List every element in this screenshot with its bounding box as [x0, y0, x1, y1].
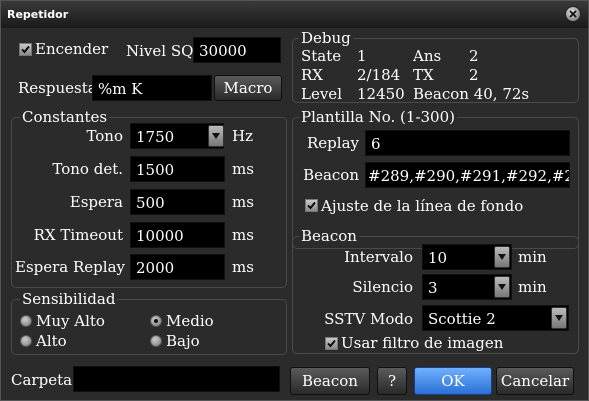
espera-replay-input[interactable]: 2000	[130, 254, 225, 280]
chevron-down-icon	[498, 254, 506, 260]
silencio-unit: min	[518, 278, 547, 296]
tono-unit: Hz	[232, 127, 253, 145]
dialog-body: Encender Nivel SQ 30000 Respuesta %m K M…	[1, 28, 588, 400]
tono-det-unit: ms	[232, 160, 254, 178]
replay-label: Replay	[307, 134, 359, 152]
debug-tx-value: 2	[469, 66, 479, 84]
filtro-checkbox[interactable]	[325, 337, 338, 350]
espera-unit: ms	[232, 193, 254, 211]
bajo-label: Bajo	[166, 332, 200, 350]
muy-alto-radio[interactable]	[20, 315, 32, 327]
rx-timeout-input[interactable]: 10000	[130, 222, 225, 248]
plantilla-title: Plantilla No. (1-300)	[299, 108, 457, 126]
respuesta-label: Respuesta	[18, 79, 97, 97]
debug-ans-label: Ans	[413, 47, 442, 65]
check-icon	[21, 45, 30, 54]
intervalo-dropdown-button[interactable]	[494, 246, 510, 268]
sstv-modo-select[interactable]: Scottie 2	[422, 305, 569, 331]
beacon-group-title: Beacon	[299, 227, 359, 245]
close-button[interactable]	[565, 6, 581, 22]
title-bar[interactable]: Repetidor	[1, 1, 588, 28]
sstv-modo-label: SSTV Modo	[324, 310, 413, 328]
check-icon	[307, 201, 316, 210]
alto-radio[interactable]	[20, 335, 32, 347]
intervalo-unit: min	[518, 248, 547, 266]
espera-label: Espera	[69, 193, 123, 211]
debug-level-value: 12450	[357, 85, 405, 103]
espera-replay-unit: ms	[232, 258, 254, 276]
silencio-dropdown-button[interactable]	[494, 276, 510, 298]
debug-beacon-status: Beacon 40, 72s	[413, 85, 530, 103]
constantes-title: Constantes	[20, 108, 110, 126]
silencio-label: Silencio	[352, 278, 413, 296]
chevron-down-icon	[498, 284, 506, 290]
encender-label: Encender	[35, 40, 109, 58]
nivel-sq-label: Nivel SQ	[126, 42, 194, 60]
ajuste-label: Ajuste de la línea de fondo	[321, 197, 524, 215]
chevron-down-icon	[212, 133, 220, 139]
alto-label: Alto	[36, 332, 67, 350]
medio-label: Medio	[166, 312, 214, 330]
close-icon	[569, 10, 577, 18]
carpeta-input[interactable]	[73, 366, 280, 392]
beacon-template-label: Beacon	[303, 166, 359, 184]
debug-tx-label: TX	[413, 66, 434, 84]
debug-rx-label: RX	[301, 66, 323, 84]
carpeta-label: Carpeta	[11, 371, 73, 389]
window-title: Repetidor	[7, 8, 69, 21]
espera-replay-label: Espera Replay	[15, 258, 125, 276]
ok-button[interactable]: OK	[414, 367, 492, 395]
tono-dropdown-button[interactable]	[208, 125, 224, 147]
nivel-sq-input[interactable]: 30000	[193, 37, 281, 63]
repetidor-dialog: Repetidor Encender Nivel SQ 30000 Respue…	[0, 0, 589, 401]
bajo-radio[interactable]	[150, 335, 162, 347]
sensibilidad-title: Sensibilidad	[20, 290, 118, 308]
sstv-modo-dropdown-button[interactable]	[551, 307, 567, 329]
beacon-button[interactable]: Beacon	[290, 367, 370, 395]
rx-timeout-unit: ms	[232, 226, 254, 244]
debug-title: Debug	[299, 29, 353, 47]
debug-ans-value: 2	[469, 47, 479, 65]
debug-state-value: 1	[357, 47, 367, 65]
tono-det-input[interactable]: 1500	[130, 156, 225, 182]
beacon-template-input[interactable]: #289,#290,#291,#292,#293,	[365, 162, 570, 188]
medio-radio[interactable]	[150, 315, 162, 327]
cancel-button[interactable]: Cancelar	[496, 367, 574, 395]
macro-button[interactable]: Macro	[214, 75, 282, 101]
debug-rx-value: 2/184	[357, 66, 401, 84]
muy-alto-label: Muy Alto	[36, 312, 105, 330]
tono-det-label: Tono det.	[52, 160, 123, 178]
filtro-label: Usar filtro de imagen	[341, 334, 504, 352]
debug-state-label: State	[301, 47, 342, 65]
help-button[interactable]: ?	[377, 367, 407, 395]
intervalo-label: Intervalo	[344, 248, 413, 266]
tono-label: Tono	[86, 127, 123, 145]
encender-checkbox[interactable]	[19, 43, 32, 56]
rx-timeout-label: RX Timeout	[33, 226, 123, 244]
ajuste-checkbox[interactable]	[305, 199, 318, 212]
respuesta-input[interactable]: %m K	[92, 75, 212, 101]
espera-input[interactable]: 500	[130, 189, 225, 215]
chevron-down-icon	[555, 315, 563, 321]
debug-level-label: Level	[301, 85, 342, 103]
replay-input[interactable]: 6	[365, 130, 570, 156]
check-icon	[327, 339, 336, 348]
